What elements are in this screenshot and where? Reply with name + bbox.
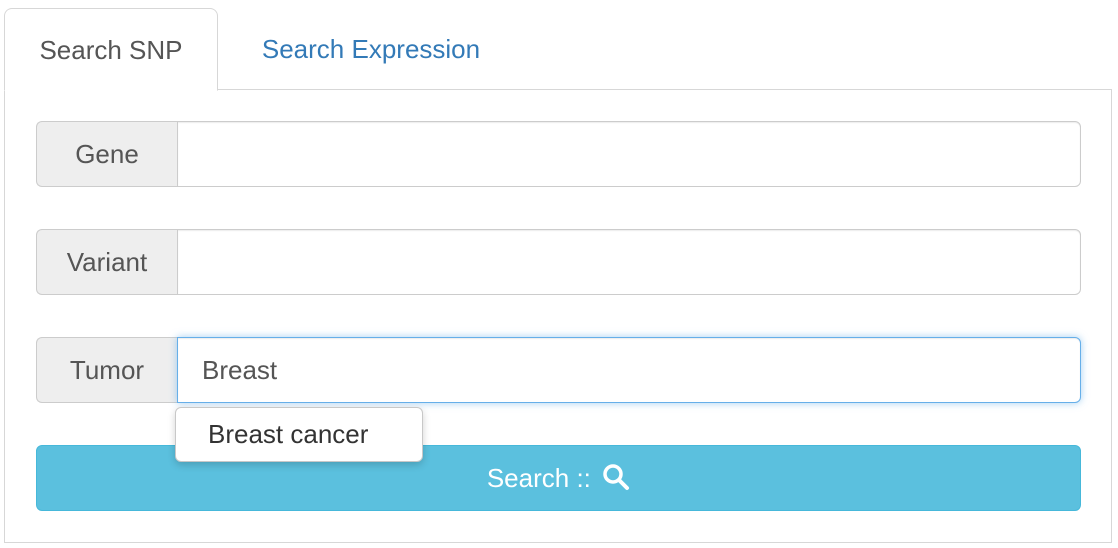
search-icon — [603, 464, 630, 491]
tumor-input[interactable] — [177, 337, 1081, 403]
tab-search-snp[interactable]: Search SNP — [4, 8, 218, 91]
search-panel: Gene Variant Tumor Search :: — [4, 89, 1112, 543]
tab-search-expression[interactable]: Search Expression — [226, 8, 516, 90]
autocomplete-suggestion[interactable]: Breast cancer — [175, 407, 423, 462]
variant-row: Variant — [36, 229, 1081, 295]
gene-input[interactable] — [177, 121, 1081, 187]
tumor-row: Tumor — [36, 337, 1081, 403]
gene-row: Gene — [36, 121, 1081, 187]
tumor-label: Tumor — [36, 337, 177, 403]
variant-label: Variant — [36, 229, 177, 295]
tab-bar: Search SNP Search Expression — [4, 8, 1112, 91]
search-button-label: Search :: — [486, 463, 591, 493]
variant-input[interactable] — [177, 229, 1081, 295]
gene-label: Gene — [36, 121, 177, 187]
